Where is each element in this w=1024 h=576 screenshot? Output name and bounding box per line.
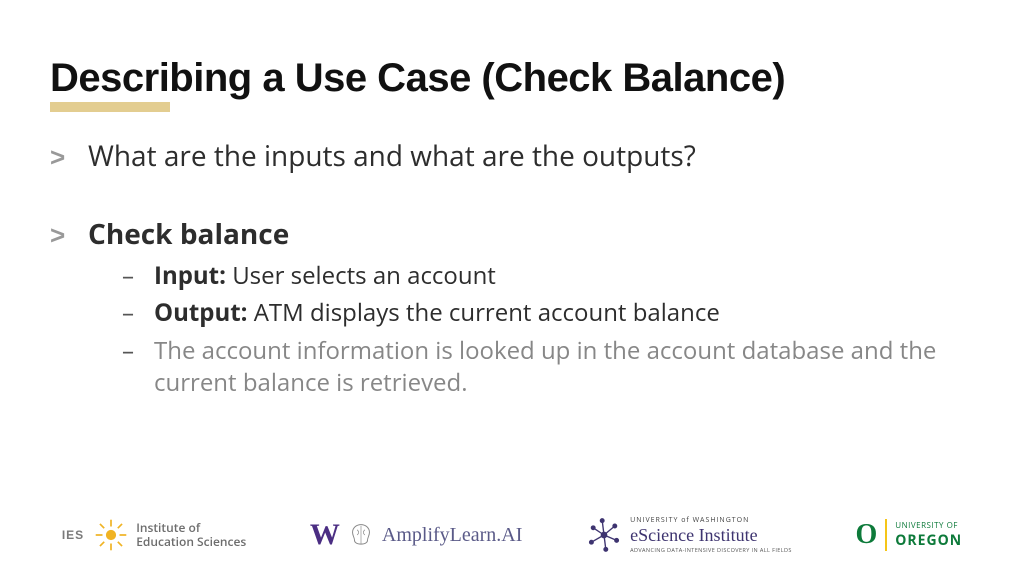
- bullet-question: > What are the inputs and what are the o…: [50, 138, 974, 174]
- escience-mid: eScience Institute: [630, 525, 792, 546]
- uo-o-icon: O: [855, 519, 877, 551]
- sun-icon: [94, 518, 128, 552]
- logo-escience: UNIVERSITY of WASHINGTON eScience Instit…: [586, 516, 792, 554]
- uo-top: UNIVERSITY OF: [895, 520, 962, 531]
- sub-bullet-note: – The account information is looked up i…: [122, 334, 974, 400]
- escience-top: UNIVERSITY of WASHINGTON: [630, 516, 792, 525]
- uo-label: UNIVERSITY OF OREGON: [895, 520, 962, 550]
- sub-value: User selects an account: [226, 259, 496, 292]
- bullet-heading: > Check balance: [50, 216, 974, 252]
- sub-value: ATM displays the current account balance: [248, 296, 720, 329]
- bullet-text: What are the inputs and what are the out…: [88, 138, 696, 174]
- escience-bot: ADVANCING DATA-INTENSIVE DISCOVERY IN AL…: [630, 546, 792, 554]
- logo-uw-amplify: W AmplifyLearn.AI: [310, 518, 523, 552]
- ies-wordmark: IES: [62, 528, 84, 542]
- dash-icon: –: [122, 334, 154, 367]
- uo-bot: OREGON: [895, 531, 962, 550]
- bullet-text: Check balance: [88, 216, 289, 252]
- sub-text: The account information is looked up in …: [154, 335, 974, 400]
- sub-text: Input: User selects an account: [154, 260, 496, 292]
- footer-logos: IES Institute of Education Sciences W Am…: [0, 516, 1024, 554]
- slide-title: Describing a Use Case (Check Balance): [50, 56, 974, 100]
- dash-icon: –: [122, 296, 154, 329]
- spacer: [50, 178, 974, 216]
- uw-w-icon: W: [310, 518, 340, 552]
- sub-bullet-output: – Output: ATM displays the current accou…: [122, 296, 974, 329]
- logo-ies: IES Institute of Education Sciences: [62, 518, 246, 552]
- ies-label: Institute of Education Sciences: [136, 521, 246, 549]
- network-icon: [586, 517, 622, 553]
- amplify-label: AmplifyLearn.AI: [382, 524, 523, 547]
- escience-label: UNIVERSITY of WASHINGTON eScience Instit…: [630, 516, 792, 554]
- sub-label: Input:: [154, 259, 226, 292]
- sub-label: Output:: [154, 296, 248, 329]
- logo-uoregon: O UNIVERSITY OF OREGON: [855, 519, 962, 551]
- brain-icon: [348, 522, 374, 548]
- uo-divider: [885, 519, 887, 551]
- sub-bullet-list: – Input: User selects an account – Outpu…: [122, 259, 974, 400]
- chevron-icon: >: [50, 220, 88, 251]
- slide-body: > What are the inputs and what are the o…: [50, 138, 974, 399]
- slide: Describing a Use Case (Check Balance) > …: [0, 0, 1024, 576]
- sub-bullet-input: – Input: User selects an account: [122, 259, 974, 292]
- title-accent-bar: [50, 102, 170, 112]
- dash-icon: –: [122, 259, 154, 292]
- sub-text: Output: ATM displays the current account…: [154, 297, 720, 329]
- chevron-icon: >: [50, 142, 88, 173]
